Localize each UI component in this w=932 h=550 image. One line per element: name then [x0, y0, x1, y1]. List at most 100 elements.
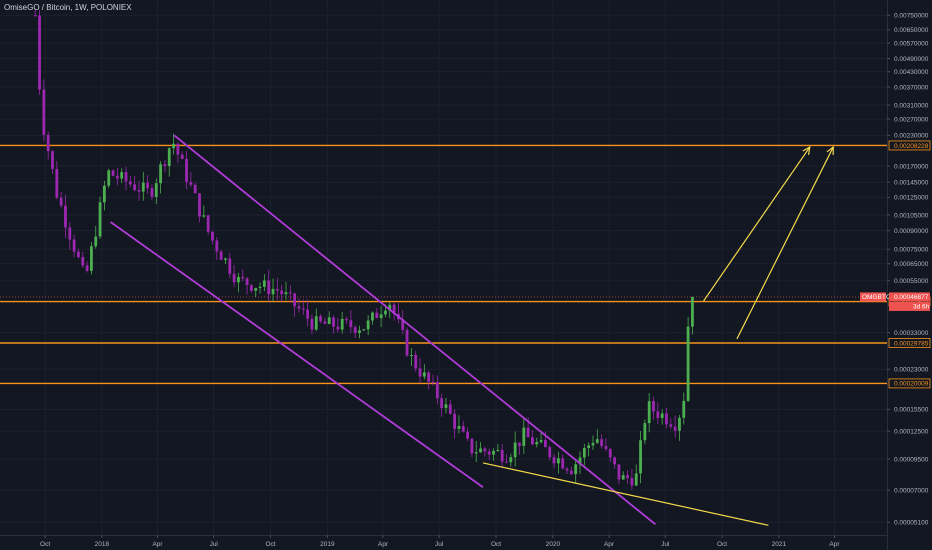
candle-up	[98, 202, 102, 237]
candle-down	[405, 329, 409, 356]
candle-down	[249, 285, 253, 291]
candle-down	[617, 464, 621, 480]
candle-down	[518, 442, 521, 446]
candle-up	[422, 372, 426, 377]
candle-down	[232, 273, 236, 283]
candle-up	[682, 400, 686, 418]
candle-down	[375, 312, 379, 319]
candle-down	[336, 326, 340, 330]
time-tick-label: Jul	[661, 541, 670, 548]
candle-down	[68, 227, 72, 240]
candle-down	[38, 15, 41, 90]
candle-up	[237, 276, 240, 283]
price-tick-label: 0.00007000	[894, 487, 929, 494]
candle-up	[141, 182, 145, 192]
candle-down	[427, 372, 431, 382]
candle-down	[176, 143, 180, 155]
trendline-channel-lower	[110, 221, 484, 488]
price-tick-label: 0.00270000	[894, 116, 929, 123]
candle-down	[613, 457, 616, 465]
candle-up	[479, 448, 482, 453]
candle-up	[384, 310, 387, 315]
candle-down	[288, 292, 292, 294]
candle-down	[440, 398, 444, 409]
candle-up	[167, 148, 171, 167]
candle-down	[206, 215, 210, 232]
candle-up	[254, 288, 258, 291]
candle-up	[639, 440, 642, 474]
axes: 0.00750000 0.00650000 0.00570000 0.00490000…	[0, 0, 932, 550]
candle-up	[522, 427, 526, 446]
candle-down	[466, 431, 469, 439]
price-tick-label: 0.00230000	[894, 133, 929, 140]
candle-down	[301, 308, 305, 310]
candle-down	[64, 205, 67, 228]
candle-down	[85, 265, 89, 271]
candle-down	[600, 439, 604, 447]
candle-up	[327, 317, 331, 324]
candle-up	[284, 292, 288, 295]
candle-down	[448, 404, 452, 414]
time-tick-label: Jul	[435, 541, 444, 548]
candle-down	[280, 290, 284, 295]
candle-down	[293, 293, 297, 307]
candle-down	[483, 448, 487, 452]
time-tick-label: Oct	[265, 541, 275, 548]
trendline-channel-upper	[173, 134, 656, 525]
price-tick-label: 0.00170000	[894, 163, 929, 170]
candle-down	[137, 190, 141, 192]
price-tick-label: 0.00090000	[894, 228, 929, 235]
candle-down	[46, 134, 50, 152]
candle-up	[340, 318, 344, 330]
candle-down	[146, 182, 150, 189]
candle-down	[349, 320, 353, 328]
candle-up	[643, 423, 647, 441]
price-tick-label: 0.00065000	[894, 261, 929, 268]
candle-up	[539, 440, 543, 443]
candle-up	[444, 404, 448, 409]
time-tick-label: Jul	[210, 541, 219, 548]
time-tick-label: Apr	[378, 541, 389, 548]
candle-down	[526, 427, 530, 438]
candle-down	[189, 182, 193, 185]
candle-down	[531, 437, 534, 445]
candle-down	[55, 168, 59, 198]
candle-down	[652, 401, 655, 412]
price-tick-label: 0.00370000	[894, 84, 929, 91]
time-tick-label: Oct	[40, 541, 50, 548]
symbol-tag-label: OMGBTC	[862, 294, 891, 301]
grid	[0, 0, 887, 535]
candle-down	[548, 447, 552, 458]
price-tick-label: 0.00015500	[894, 407, 929, 414]
candle-up	[271, 288, 275, 295]
level-tag-label: 0.00020009	[894, 381, 929, 388]
time-tick-label: Apr	[604, 541, 615, 548]
candle-up	[660, 413, 664, 418]
price-tick-label: 0.00012500	[894, 429, 929, 436]
candle-up	[513, 442, 517, 458]
candle-up	[94, 236, 98, 247]
candle-down	[275, 288, 279, 291]
candle-up	[556, 458, 560, 464]
candle-up	[678, 417, 681, 431]
candle-down	[245, 278, 249, 286]
candle-up	[691, 296, 694, 327]
candle-down	[353, 327, 357, 333]
candle-up	[621, 475, 625, 480]
price-tick-label: 0.00033000	[894, 330, 929, 337]
candle-up	[154, 183, 158, 197]
last-price-label: 0.00046877	[894, 294, 929, 301]
candle-down	[219, 251, 223, 260]
price-tick-label: 0.00650000	[894, 27, 929, 34]
candle-down	[115, 175, 119, 179]
candle-up	[358, 330, 361, 333]
candle-down	[42, 89, 46, 135]
countdown-label: 3d 6h	[913, 304, 930, 311]
candle-down	[193, 184, 197, 194]
horizontal-levels	[0, 144, 887, 385]
candle-up	[107, 170, 111, 186]
candle-up	[159, 164, 162, 184]
price-chart[interactable]: 0.00750000 0.00650000 0.00570000 0.00490000…	[0, 0, 932, 550]
candle-down	[414, 354, 418, 369]
trendline-projection-1	[703, 146, 811, 302]
